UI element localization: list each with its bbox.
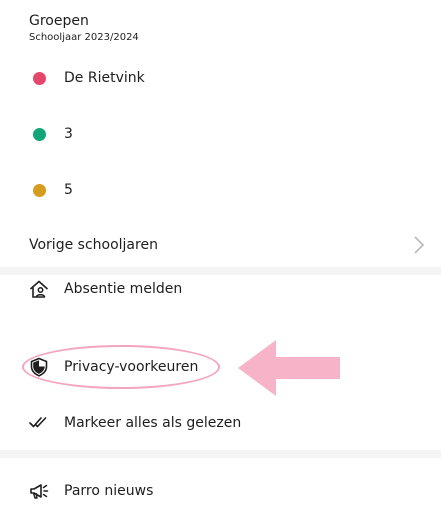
pointer-arrow: [238, 340, 340, 396]
group-item-3[interactable]: 3: [33, 124, 73, 144]
group-item-5[interactable]: 5: [33, 180, 73, 200]
section-divider: [0, 450, 441, 458]
parro-news-item[interactable]: Parro nieuws: [0, 470, 441, 512]
group-color-dot: [33, 127, 46, 141]
chevron-right-icon: [414, 236, 425, 254]
parro-news-label: Parro nieuws: [64, 483, 154, 499]
mark-all-read-label: Markeer alles als gelezen: [64, 415, 242, 431]
previous-years-label: Vorige schooljaren: [29, 237, 158, 253]
previous-years-item[interactable]: Vorige schooljaren: [0, 225, 441, 265]
groups-header: Groepen Schooljaar 2023/2024: [29, 12, 139, 45]
group-label: De Rietvink: [64, 70, 145, 86]
group-color-dot: [33, 183, 46, 197]
groups-title: Groepen: [29, 13, 89, 29]
double-check-icon: [29, 417, 47, 428]
group-item-de-rietvink[interactable]: De Rietvink: [33, 68, 145, 88]
group-color-dot: [33, 71, 46, 85]
home-person-icon: [29, 280, 49, 298]
menu-screen: Groepen Schooljaar 2023/2024 De Rietvink…: [0, 0, 441, 514]
group-label: 3: [64, 126, 73, 142]
school-year: Schooljaar 2023/2024: [29, 32, 139, 43]
megaphone-icon: [30, 484, 49, 499]
group-label: 5: [64, 182, 73, 198]
absence-report-item[interactable]: Absentie melden: [0, 268, 441, 310]
absence-report-label: Absentie melden: [64, 281, 183, 297]
mark-all-read-item[interactable]: Markeer alles als gelezen: [0, 402, 441, 444]
highlight-ellipse: [22, 345, 220, 389]
